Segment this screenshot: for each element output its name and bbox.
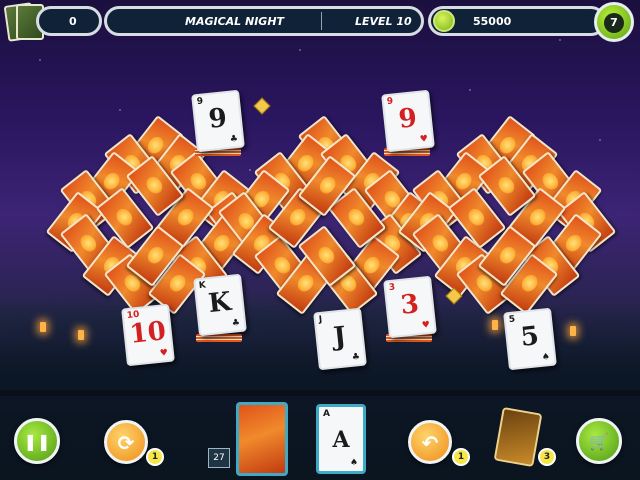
waste-corner-suit: ♠ <box>349 458 358 468</box>
pause-icon: ❚❚ <box>23 432 51 451</box>
harbor-light <box>492 320 498 330</box>
harbor-light <box>570 326 576 336</box>
stock-count: 27 <box>208 448 230 468</box>
coins-value: 55000 <box>473 15 512 28</box>
card-three-hearts[interactable]: 3 3 ♥ <box>383 275 437 339</box>
pier <box>0 390 640 396</box>
level-name: MAGICAL NIGHT <box>185 15 285 28</box>
divider <box>321 12 322 30</box>
stock-pile[interactable] <box>236 402 288 476</box>
level-number: LEVEL 10 <box>355 15 412 28</box>
card-king-clubs[interactable]: K K ♣ <box>193 273 247 337</box>
level-info-panel: MAGICAL NIGHT LEVEL 10 <box>104 6 424 36</box>
card-jack-clubs[interactable]: J J ♣ <box>313 307 367 371</box>
card-rank: J <box>332 321 348 353</box>
card-five-spades[interactable]: 5 5 ♠ <box>503 307 557 371</box>
player-level-value: 7 <box>604 13 624 33</box>
card-nine-clubs[interactable]: 9 9 ♣ <box>191 89 245 153</box>
harbor-light <box>78 330 84 340</box>
cart-icon: 🛒 <box>589 432 609 451</box>
card-rank: 9 <box>207 103 229 135</box>
score-panel: 0 <box>36 6 102 36</box>
card-nine-hearts[interactable]: 9 9 ♥ <box>381 89 435 153</box>
card-rank: K <box>206 286 233 320</box>
joker-count-badge: 3 <box>538 448 556 466</box>
shuffle-icon: ⟳ <box>117 431 135 455</box>
harbor-light <box>40 322 46 332</box>
coin-icon <box>433 10 455 32</box>
card-rank: 9 <box>397 103 419 135</box>
coins-panel[interactable]: 55000 <box>428 6 606 36</box>
score-value: 0 <box>69 15 77 28</box>
card-rank: 3 <box>399 289 421 321</box>
undo-icon: ↶ <box>421 431 439 455</box>
waste-pile: A A ♠ <box>316 404 366 474</box>
card-ten-hearts[interactable]: 10 10 ♥ <box>121 303 175 367</box>
shuffle-count-badge: 1 <box>146 448 164 466</box>
pause-button[interactable]: ❚❚ <box>14 418 60 464</box>
player-level-button[interactable]: 7 <box>594 2 634 42</box>
undo-count-badge: 1 <box>452 448 470 466</box>
shop-button[interactable]: 🛒 <box>576 418 622 464</box>
waste-card-rank: A <box>332 427 350 453</box>
card-rank: 10 <box>128 316 168 350</box>
undo-button[interactable]: ↶ <box>408 420 452 464</box>
card-rank: 5 <box>519 321 541 353</box>
waste-corner-rank: A <box>323 409 330 419</box>
shuffle-button[interactable]: ⟳ <box>104 420 148 464</box>
